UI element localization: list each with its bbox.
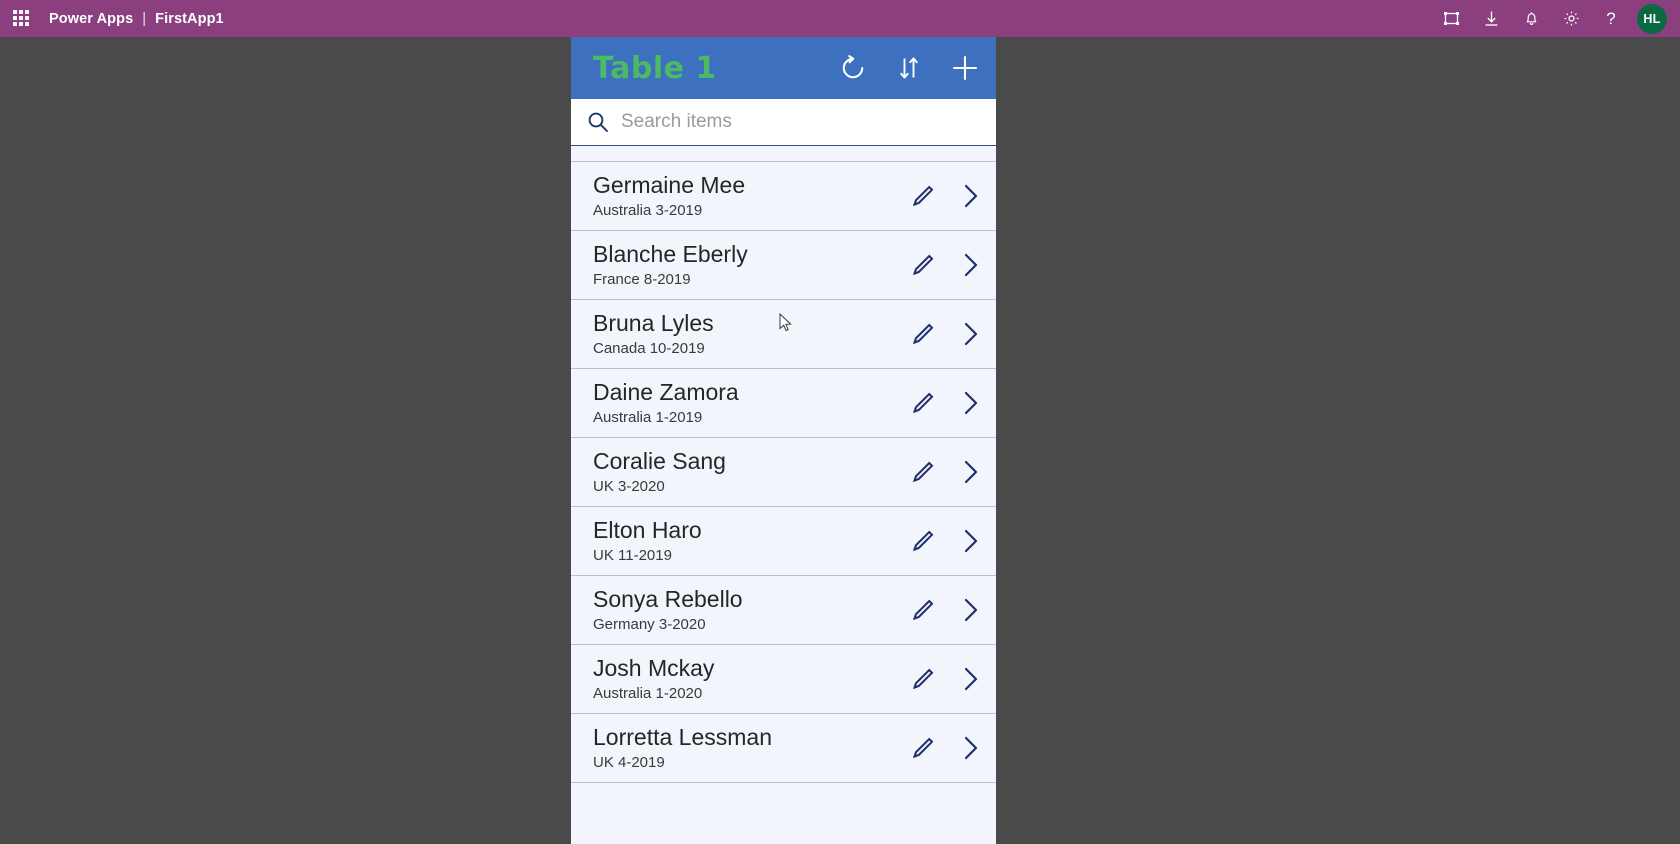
help-glyph: ? xyxy=(1606,8,1616,28)
list-item-title: Germaine Mee xyxy=(593,172,746,198)
items-gallery[interactable]: Singapore 2-2019 xyxy=(571,146,996,844)
list-item-subtitle: Australia 3-2019 xyxy=(593,202,703,219)
list-item-title: Josh Mckay xyxy=(593,655,715,681)
list-item-actions xyxy=(908,388,982,418)
list-item-subtitle: UK 11-2019 xyxy=(593,547,672,564)
list-item[interactable]: Coralie Sang UK 3-2020 xyxy=(571,438,996,507)
screen-header-actions xyxy=(836,51,982,85)
pencil-icon[interactable] xyxy=(908,181,938,211)
list-item-text: Lorretta Lessman UK 4-2019 xyxy=(593,723,908,773)
fit-to-screen-icon[interactable] xyxy=(1431,0,1471,37)
gallery-rows: Singapore 2-2019 xyxy=(571,146,996,783)
list-item-text: Coralie Sang UK 3-2020 xyxy=(593,447,908,497)
list-item[interactable]: Blanche Eberly France 8-2019 xyxy=(571,231,996,300)
app-name[interactable]: FirstApp1 xyxy=(155,11,224,27)
list-item-actions xyxy=(908,181,982,211)
list-item-text: Elton Haro UK 11-2019 xyxy=(593,516,908,566)
pencil-icon[interactable] xyxy=(908,250,938,280)
pencil-icon[interactable] xyxy=(908,733,938,763)
screen-title: Table 1 xyxy=(593,50,717,86)
list-item-title: Bruna Lyles xyxy=(593,310,714,336)
list-item[interactable]: Elton Haro UK 11-2019 xyxy=(571,507,996,576)
pencil-icon[interactable] xyxy=(908,319,938,349)
list-item[interactable]: Daine Zamora Australia 1-2019 xyxy=(571,369,996,438)
pencil-icon[interactable] xyxy=(908,457,938,487)
list-item-text: Bruna Lyles Canada 10-2019 xyxy=(593,309,908,359)
list-item-text: Blanche Eberly France 8-2019 xyxy=(593,240,908,290)
notification-bell-icon[interactable] xyxy=(1511,0,1551,37)
list-item-subtitle: Australia 1-2019 xyxy=(593,409,703,426)
gear-icon[interactable] xyxy=(1551,0,1591,37)
app-canvas: Table 1 Search items Germaine Mee Austra… xyxy=(0,37,1680,844)
list-item-actions xyxy=(908,457,982,487)
list-item-subtitle: Australia 1-2020 xyxy=(593,685,703,702)
list-item-subtitle: UK 3-2020 xyxy=(593,478,665,495)
list-item-title: Lorretta Lessman xyxy=(593,724,772,750)
list-item-title: Coralie Sang xyxy=(593,448,726,474)
search-bar[interactable] xyxy=(571,99,996,146)
list-item-subtitle: Canada 10-2019 xyxy=(593,340,705,357)
chevron-right-icon[interactable] xyxy=(960,457,982,487)
list-item-text: Sonya Rebello Germany 3-2020 xyxy=(593,585,908,635)
list-item-title: Sonya Rebello xyxy=(593,586,743,612)
suite-bar: Power Apps | FirstApp1 ? HL xyxy=(0,0,1680,37)
list-item-title: Blanche Eberly xyxy=(593,241,748,267)
chevron-right-icon[interactable] xyxy=(960,664,982,694)
chevron-right-icon[interactable] xyxy=(960,388,982,418)
list-item-actions xyxy=(908,733,982,763)
list-item[interactable]: Sonya Rebello Germany 3-2020 xyxy=(571,576,996,645)
list-item-text: Daine Zamora Australia 1-2019 xyxy=(593,378,908,428)
list-item[interactable]: Lorretta Lessman UK 4-2019 xyxy=(571,714,996,783)
list-item-text: Josh Mckay Australia 1-2020 xyxy=(593,654,908,704)
list-item-actions xyxy=(908,595,982,625)
avatar-initials: HL xyxy=(1643,11,1661,26)
list-item-actions xyxy=(908,250,982,280)
list-item-title: Elton Haro xyxy=(593,517,702,543)
brand-name[interactable]: Power Apps xyxy=(49,11,133,27)
avatar[interactable]: HL xyxy=(1637,3,1667,34)
list-item-subtitle: France 8-2019 xyxy=(593,271,691,288)
help-icon[interactable]: ? xyxy=(1591,0,1631,37)
sort-icon[interactable] xyxy=(892,51,926,85)
list-item[interactable]: Singapore 2-2019 xyxy=(571,146,996,162)
search-icon xyxy=(585,109,611,135)
brand-divider: | xyxy=(142,10,147,27)
chevron-right-icon[interactable] xyxy=(960,181,982,211)
list-item-actions xyxy=(908,319,982,349)
add-icon[interactable] xyxy=(948,51,982,85)
app-preview-frame: Table 1 Search items Germaine Mee Austra… xyxy=(571,37,996,844)
download-icon[interactable] xyxy=(1471,0,1511,37)
chevron-right-icon[interactable] xyxy=(960,319,982,349)
list-item[interactable]: Germaine Mee Australia 3-2019 xyxy=(571,162,996,231)
list-item-actions xyxy=(908,526,982,556)
refresh-icon[interactable] xyxy=(836,51,870,85)
chevron-right-icon[interactable] xyxy=(960,595,982,625)
suite-bar-actions: ? HL xyxy=(1431,0,1680,37)
search-input[interactable] xyxy=(611,100,996,144)
pencil-icon[interactable] xyxy=(908,664,938,694)
list-item-subtitle: Germany 3-2020 xyxy=(593,616,706,633)
list-item-subtitle: UK 4-2019 xyxy=(593,754,665,771)
chevron-right-icon[interactable] xyxy=(960,250,982,280)
list-item-actions xyxy=(908,664,982,694)
chevron-right-icon[interactable] xyxy=(960,526,982,556)
list-item[interactable]: Bruna Lyles Canada 10-2019 xyxy=(571,300,996,369)
pencil-icon[interactable] xyxy=(908,388,938,418)
brand-area: Power Apps | FirstApp1 xyxy=(49,11,224,27)
pencil-icon[interactable] xyxy=(908,595,938,625)
list-item-text: Germaine Mee Australia 3-2019 xyxy=(593,171,908,221)
app-launcher-icon[interactable] xyxy=(13,9,31,28)
app-screen-header: Table 1 xyxy=(571,37,996,99)
pencil-icon[interactable] xyxy=(908,526,938,556)
list-item[interactable]: Josh Mckay Australia 1-2020 xyxy=(571,645,996,714)
chevron-right-icon[interactable] xyxy=(960,733,982,763)
list-item-title: Daine Zamora xyxy=(593,379,739,405)
